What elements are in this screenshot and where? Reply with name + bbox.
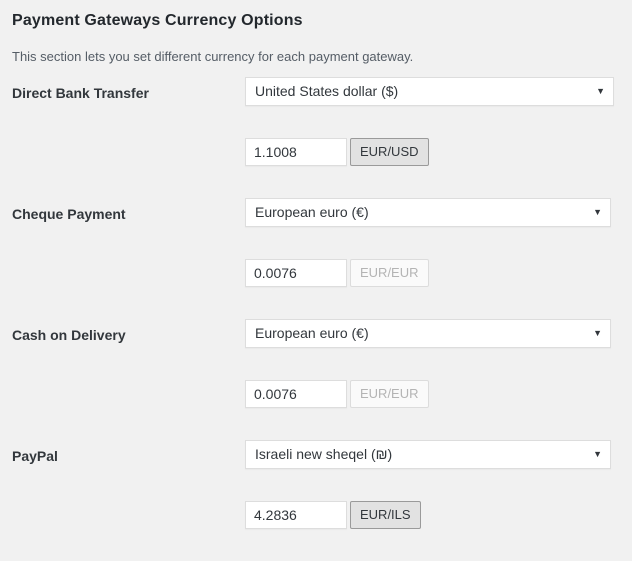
gateway-rate-cell: EUR/ILS bbox=[245, 500, 620, 561]
currency-pair-button[interactable]: EUR/USD bbox=[350, 137, 429, 166]
gateway-rate-label-cell bbox=[12, 379, 245, 440]
currency-select[interactable]: European euro (€) ▼ bbox=[245, 318, 611, 348]
gateway-label: Cash on Delivery bbox=[12, 326, 126, 343]
currency-select-value: Israeli new sheqel (₪) bbox=[255, 445, 393, 462]
gateway-label-cell: PayPal bbox=[12, 440, 245, 500]
gateway-currency-cell: Israeli new sheqel (₪) ▼ bbox=[245, 439, 620, 500]
rate-control-group: EUR/ILS bbox=[245, 500, 620, 529]
settings-page: Payment Gateways Currency Options This s… bbox=[0, 0, 632, 560]
gateway-label-cell: Cheque Payment bbox=[12, 198, 245, 258]
section-description: This section lets you set different curr… bbox=[12, 48, 414, 64]
currency-pair-button: EUR/EUR bbox=[350, 379, 429, 408]
currency-select[interactable]: Israeli new sheqel (₪) ▼ bbox=[245, 439, 611, 469]
gateway-currency-table-body: Direct Bank Transfer United States dollar… bbox=[12, 76, 620, 561]
gateway-row: Cash on Delivery European euro (€) ▼ bbox=[12, 318, 620, 379]
gateway-rate-cell: EUR/EUR bbox=[245, 258, 620, 319]
gateway-label-cell: Direct Bank Transfer bbox=[12, 77, 245, 137]
gateway-currency-table: Direct Bank Transfer United States dollar… bbox=[12, 76, 620, 561]
gateway-rate-row: EUR/EUR bbox=[12, 379, 620, 440]
gateway-rate-label-cell bbox=[12, 137, 245, 198]
gateway-rate-cell: EUR/EUR bbox=[245, 379, 620, 440]
gateway-label: Cheque Payment bbox=[12, 205, 126, 222]
exchange-rate-input[interactable] bbox=[245, 258, 347, 287]
gateway-currency-cell: United States dollar ($) ▼ bbox=[245, 76, 620, 137]
currency-select[interactable]: European euro (€) ▼ bbox=[245, 197, 611, 227]
gateway-row: PayPal Israeli new sheqel (₪) ▼ bbox=[12, 439, 620, 500]
rate-control-group: EUR/USD bbox=[245, 137, 620, 166]
gateway-label-cell: Cash on Delivery bbox=[12, 319, 245, 379]
currency-select-value: United States dollar ($) bbox=[255, 82, 399, 99]
gateway-rate-row: EUR/USD bbox=[12, 137, 620, 198]
rate-control-group: EUR/EUR bbox=[245, 258, 620, 287]
rate-control-group: EUR/EUR bbox=[245, 379, 620, 408]
gateway-label: PayPal bbox=[12, 447, 58, 464]
currency-select[interactable]: United States dollar ($) ▼ bbox=[245, 76, 614, 106]
gateway-label: Direct Bank Transfer bbox=[12, 84, 149, 101]
gateway-rate-row: EUR/EUR bbox=[12, 258, 620, 319]
gateway-rate-label-cell bbox=[12, 500, 245, 561]
gateway-currency-cell: European euro (€) ▼ bbox=[245, 197, 620, 258]
currency-select-value: European euro (€) bbox=[255, 203, 369, 220]
gateway-currency-cell: European euro (€) ▼ bbox=[245, 318, 620, 379]
gateway-rate-label-cell bbox=[12, 258, 245, 319]
currency-pair-button[interactable]: EUR/ILS bbox=[350, 500, 421, 529]
exchange-rate-input[interactable] bbox=[245, 137, 347, 166]
currency-select-value: European euro (€) bbox=[255, 324, 369, 341]
gateway-row: Direct Bank Transfer United States dollar… bbox=[12, 76, 620, 137]
exchange-rate-input[interactable] bbox=[245, 500, 347, 529]
page-title: Payment Gateways Currency Options bbox=[12, 12, 303, 29]
exchange-rate-input[interactable] bbox=[245, 379, 347, 408]
gateway-rate-row: EUR/ILS bbox=[12, 500, 620, 561]
currency-pair-button: EUR/EUR bbox=[350, 258, 429, 287]
gateway-row: Cheque Payment European euro (€) ▼ bbox=[12, 197, 620, 258]
gateway-rate-cell: EUR/USD bbox=[245, 137, 620, 198]
